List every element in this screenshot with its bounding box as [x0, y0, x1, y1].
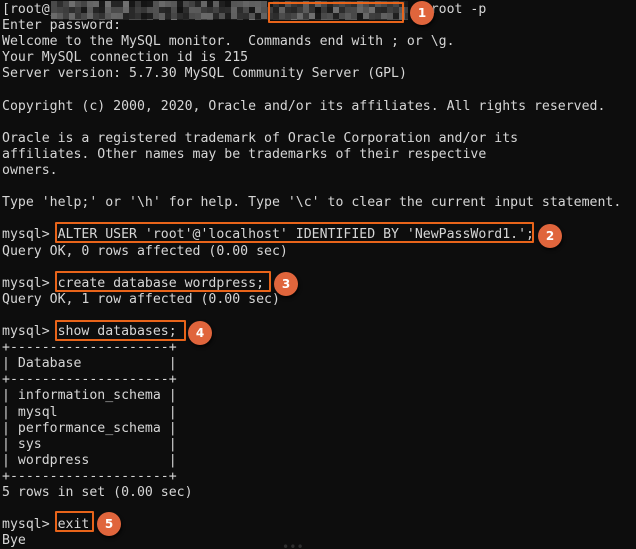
terminal-line: | performance_schema | [2, 420, 177, 436]
terminal-line: Oracle is a registered trademark of Orac… [2, 130, 519, 146]
terminal-line: +--------------------+ [2, 468, 177, 484]
annotation-badge-1: 1 [410, 1, 434, 25]
terminal-line: | Database | [2, 356, 177, 372]
terminal-line: +--------------------+ [2, 340, 177, 356]
terminal-line: Query OK, 1 row affected (0.00 sec) [2, 291, 280, 307]
terminal-line: | mysql | [2, 404, 177, 420]
terminal-line: | sys | [2, 436, 177, 452]
terminal-output[interactable]: [root@j ~]# mysql -uroot -pEnter passwor… [0, 0, 636, 549]
annotation-badge-4: 4 [188, 321, 212, 345]
terminal-line: mysql> show databases; [2, 324, 177, 339]
terminal-line: mysql> exit [2, 517, 90, 533]
terminal-line: | information_schema | [2, 388, 177, 404]
terminal-line: Bye [2, 533, 26, 549]
terminal-line: affiliates. Other names may be trademark… [2, 146, 487, 162]
terminal-line: +--------------------+ [2, 372, 177, 388]
terminal-screenshot: [root@j ~]# mysql -uroot -pEnter passwor… [0, 0, 636, 549]
terminal-line: 5 rows in set (0.00 sec) [2, 485, 193, 500]
terminal-line: Type 'help;' or '\h' for help. Type '\c'… [2, 195, 622, 211]
terminal-line: Query OK, 0 rows affected (0.00 sec) [2, 243, 288, 259]
terminal-line: mysql> create database wordpress; [2, 275, 265, 291]
cut-off-bottom-text: ••• [282, 540, 304, 549]
annotation-badge-3: 3 [274, 272, 298, 296]
terminal-line: Your MySQL connection id is 215 [2, 50, 249, 66]
annotation-badge-2: 2 [538, 224, 562, 248]
terminal-line: Server version: 5.7.30 MySQL Community S… [2, 66, 407, 82]
terminal-line: Welcome to the MySQL monitor. Commands e… [2, 34, 455, 50]
terminal-line: Enter password: [2, 18, 122, 34]
annotation-badge-5: 5 [97, 512, 121, 536]
terminal-line: mysql> ALTER USER 'root'@'localhost' IDE… [2, 227, 534, 243]
terminal-line: owners. [2, 163, 58, 178]
terminal-line: | wordpress | [2, 452, 177, 468]
redacted-hostname-mosaic [51, 1, 408, 20]
terminal-line: Copyright (c) 2000, 2020, Oracle and/or … [2, 98, 606, 114]
